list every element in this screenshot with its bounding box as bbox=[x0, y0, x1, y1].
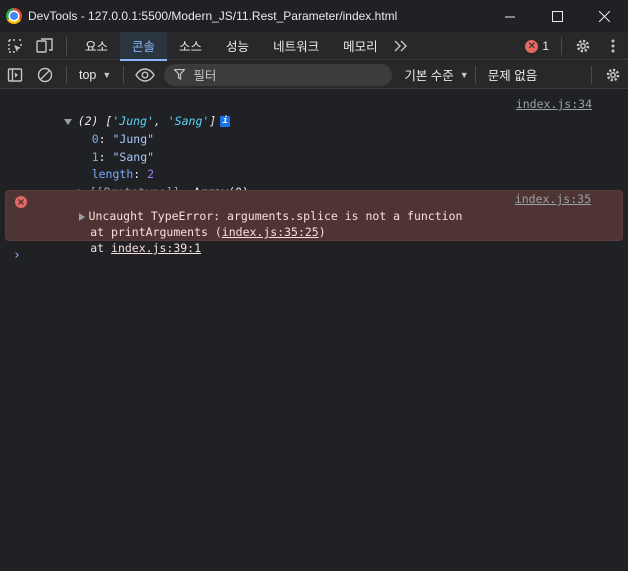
tab-network[interactable]: 네트워크 bbox=[261, 32, 331, 60]
stack-frame: at index.js:39:1 bbox=[21, 223, 201, 255]
toolbar-divider bbox=[474, 65, 476, 84]
error-count: 1 bbox=[542, 39, 549, 53]
log-levels-dropdown[interactable]: 기본 수준 ▼ bbox=[404, 65, 468, 84]
error-summary[interactable]: Uncaught TypeError: arguments.splice is … bbox=[37, 191, 462, 223]
array-close-bracket: ] bbox=[209, 114, 217, 128]
double-chevron-right-icon bbox=[394, 40, 407, 51]
device-toolbar-button[interactable] bbox=[30, 32, 60, 60]
clear-console-button[interactable] bbox=[30, 61, 60, 89]
sidebar-toggle-icon bbox=[7, 67, 23, 82]
stack-frame-link[interactable]: index.js:39:1 bbox=[111, 241, 201, 255]
error-icon: ✕ bbox=[525, 39, 539, 53]
chrome-logo-icon bbox=[6, 8, 22, 24]
devtools-tabbar: 요소 콘솔 소스 성능 네트워크 메모리 ✕ 1 bbox=[0, 31, 628, 61]
dropdown-caret-icon: ▼ bbox=[102, 69, 112, 80]
tab-memory[interactable]: 메모리 bbox=[331, 32, 390, 60]
array-separator: , bbox=[153, 114, 168, 128]
issues-label: 문제 없음 bbox=[487, 69, 538, 83]
stack-frame-suffix: ) bbox=[318, 225, 326, 239]
toolbar-divider bbox=[66, 36, 67, 55]
toolbar-divider bbox=[123, 65, 125, 84]
more-tabs-button[interactable] bbox=[390, 32, 412, 60]
array-entry: 0: "Jung" bbox=[91, 132, 155, 146]
context-value: top bbox=[79, 67, 97, 82]
console-toolbar: top ▼ 필터 기본 수준 ▼ 문제 없음 bbox=[0, 61, 628, 89]
tab-console[interactable]: 콘솔 bbox=[120, 31, 168, 61]
prototype-entry[interactable]: [[Prototype]]: Array(0) bbox=[50, 167, 249, 199]
window-titlebar: DevTools - 127.0.0.1:5500/Modern_JS/11.R… bbox=[0, 0, 628, 32]
device-toggle-icon bbox=[36, 37, 53, 53]
array-entry: 1: "Sang" bbox=[91, 150, 155, 164]
console-settings-button[interactable] bbox=[598, 61, 628, 89]
inspect-element-button[interactable] bbox=[0, 32, 30, 60]
window-title: DevTools - 127.0.0.1:5500/Modern_JS/11.R… bbox=[28, 9, 398, 23]
console-output: (2) ['Jung', 'Sang'] i index.js:34 0: "Ju… bbox=[0, 90, 628, 571]
gear-icon bbox=[606, 68, 620, 82]
stack-frame-link[interactable]: index.js:35:25 bbox=[222, 225, 319, 239]
tab-performance[interactable]: 성능 bbox=[214, 32, 261, 60]
gear-icon bbox=[576, 39, 590, 53]
array-entry: length: 2 bbox=[91, 167, 155, 181]
filter-input[interactable]: 필터 bbox=[164, 63, 393, 86]
toolbar-divider bbox=[591, 66, 592, 84]
more-options-button[interactable] bbox=[598, 32, 628, 60]
context-selector[interactable]: top ▼ bbox=[73, 61, 117, 89]
window-controls bbox=[487, 0, 628, 32]
array-log-summary[interactable]: (2) ['Jung', 'Sang'] i bbox=[36, 96, 231, 128]
log-levels-label: 기본 수준 bbox=[404, 69, 454, 83]
stack-frame-prefix: at bbox=[62, 241, 112, 255]
stack-frame: at printArguments (index.js:35:25) bbox=[21, 207, 325, 239]
toolbar-divider bbox=[561, 37, 562, 55]
error-counter-button[interactable]: ✕ 1 bbox=[525, 39, 549, 53]
source-link[interactable]: index.js:34 bbox=[516, 96, 592, 113]
info-icon[interactable]: i bbox=[220, 116, 231, 127]
issues-button[interactable]: 문제 없음 bbox=[488, 65, 537, 84]
minimize-button[interactable] bbox=[487, 0, 534, 32]
filter-placeholder: 필터 bbox=[193, 69, 217, 83]
clear-console-icon bbox=[37, 67, 53, 82]
show-sidebar-button[interactable] bbox=[0, 61, 30, 89]
prompt-chevron-icon: › bbox=[13, 248, 21, 263]
eye-icon bbox=[135, 67, 156, 82]
tab-sources[interactable]: 소스 bbox=[167, 32, 214, 60]
array-item: 'Sang' bbox=[167, 114, 210, 128]
close-button[interactable] bbox=[581, 0, 628, 32]
minimize-icon bbox=[505, 16, 515, 17]
toolbar-divider bbox=[66, 65, 67, 84]
filter-icon bbox=[174, 69, 186, 80]
error-message: Uncaught TypeError: arguments.splice is … bbox=[5, 190, 623, 255]
inspect-element-icon bbox=[8, 38, 22, 53]
settings-button[interactable] bbox=[568, 32, 598, 60]
maximize-button[interactable] bbox=[534, 0, 581, 32]
tab-elements[interactable]: 요소 bbox=[73, 32, 120, 60]
kebab-menu-icon bbox=[611, 39, 615, 53]
console-prompt[interactable]: › bbox=[13, 248, 21, 263]
dropdown-caret-icon: ▼ bbox=[459, 69, 469, 80]
live-expression-button[interactable] bbox=[130, 61, 160, 89]
close-icon bbox=[599, 10, 610, 22]
source-link[interactable]: index.js:35 bbox=[515, 191, 591, 208]
maximize-icon bbox=[552, 10, 563, 22]
